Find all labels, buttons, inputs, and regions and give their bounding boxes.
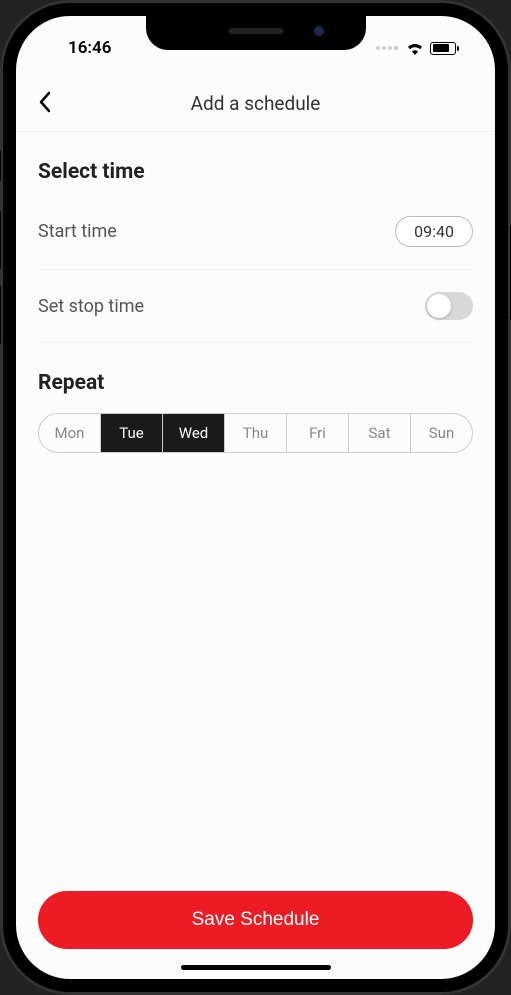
phone-screen: 16:46 Add a schedule Select tim [16,16,495,979]
day-sun[interactable]: Sun [411,414,472,452]
select-time-heading: Select time [38,160,473,184]
day-mon[interactable]: Mon [39,414,101,452]
volume-down [0,285,1,345]
mute-switch [0,150,1,182]
back-button[interactable] [38,91,51,117]
chevron-left-icon [38,91,51,113]
content: Select time Start time 09:40 Set stop ti… [16,132,495,873]
save-schedule-button[interactable]: Save Schedule [38,891,473,949]
repeat-heading: Repeat [38,371,473,395]
phone-frame: 16:46 Add a schedule Select tim [0,0,511,995]
stop-time-row: Set stop time [38,270,473,343]
battery-icon [430,42,459,55]
volume-up [0,210,1,270]
stop-time-toggle[interactable] [425,292,473,320]
day-wed[interactable]: Wed [163,414,225,452]
toggle-knob [427,294,451,318]
day-tue[interactable]: Tue [101,414,163,452]
day-thu[interactable]: Thu [225,414,287,452]
page-title: Add a schedule [38,92,473,115]
footer: Save Schedule [16,873,495,979]
start-time-label: Start time [38,221,117,242]
stop-time-label: Set stop time [38,296,144,317]
day-sat[interactable]: Sat [349,414,411,452]
status-time: 16:46 [44,38,111,58]
phone-notch [146,16,366,50]
day-fri[interactable]: Fri [287,414,349,452]
days-selector: Mon Tue Wed Thu Fri Sat Sun [38,413,473,453]
home-indicator[interactable] [181,965,331,970]
start-time-value[interactable]: 09:40 [395,216,473,247]
cell-signal-icon [376,46,398,50]
nav-header: Add a schedule [16,62,495,132]
start-time-row: Start time 09:40 [38,194,473,270]
wifi-icon [406,42,424,55]
status-icons [376,42,467,55]
